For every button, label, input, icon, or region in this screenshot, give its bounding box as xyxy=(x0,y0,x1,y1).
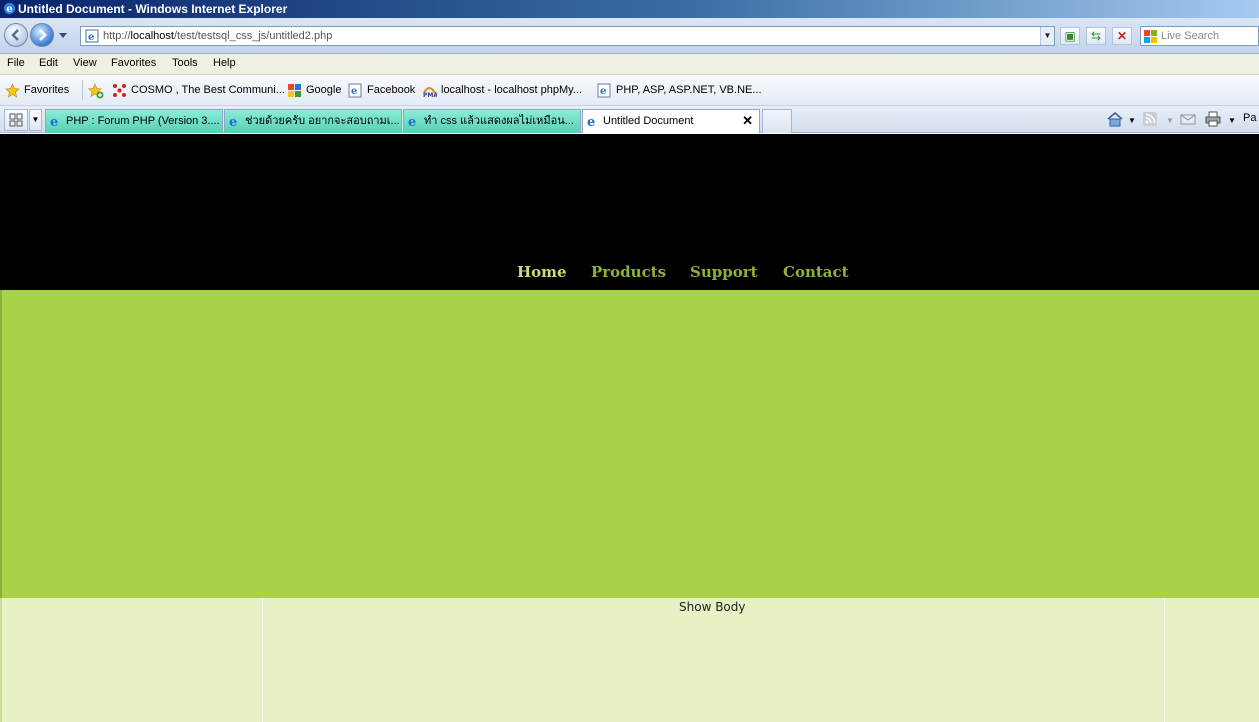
favorite-label: localhost - localhost phpMy... xyxy=(441,84,583,96)
address-toolbar: e http://localhost/test/testsql_css_js/u… xyxy=(0,18,1259,54)
compatibility-icon: ▣ xyxy=(1064,29,1076,43)
refresh-icon: ⇆ xyxy=(1090,29,1102,43)
tab-help-question[interactable]: e ช่วยด้วยครับ อยากจะสอบถามเ... xyxy=(224,109,402,133)
favorite-label: Google xyxy=(306,84,342,96)
menu-tools[interactable]: Tools xyxy=(172,57,198,69)
body-text: Show Body xyxy=(679,600,746,614)
site-header: Home Products Support Contact xyxy=(0,134,1259,290)
svg-text:e: e xyxy=(6,3,13,15)
menu-bar: File Edit View Favorites Tools Help xyxy=(0,54,1259,75)
history-dropdown-icon[interactable] xyxy=(58,30,68,40)
page-menu[interactable]: Pa xyxy=(1243,112,1256,124)
nav-products-link[interactable]: Products xyxy=(591,263,666,281)
nav-contact-link[interactable]: Contact xyxy=(783,263,849,281)
nav-home-link[interactable]: Home xyxy=(517,263,567,281)
url-path: /test/testsql_css_js/untitled2.php xyxy=(173,30,333,42)
search-placeholder: Live Search xyxy=(1161,30,1220,42)
home-dropdown-icon[interactable]: ▼ xyxy=(1128,116,1136,125)
url-dropdown-button[interactable]: ▼ xyxy=(1040,27,1054,45)
close-icon: ✕ xyxy=(1116,29,1128,43)
live-search-icon xyxy=(1144,30,1157,43)
favorite-label: Facebook xyxy=(367,84,416,96)
star-icon xyxy=(5,83,20,98)
favorite-item-facebook[interactable]: e Facebook xyxy=(348,83,416,98)
svg-text:e: e xyxy=(587,115,595,128)
favorites-label: Favorites xyxy=(24,84,70,96)
favorite-label: PHP, ASP, ASP.NET, VB.NE... xyxy=(616,84,762,96)
favorite-label: COSMO , The Best Communi... xyxy=(131,84,285,96)
divider xyxy=(82,80,83,100)
svg-text:e: e xyxy=(600,86,606,97)
feeds-dropdown-icon[interactable]: ▼ xyxy=(1166,116,1174,125)
tab-label: Untitled Document xyxy=(603,115,694,127)
column-divider xyxy=(262,598,263,722)
menu-help[interactable]: Help xyxy=(213,57,236,69)
nav-support-link[interactable]: Support xyxy=(690,263,758,281)
google-icon xyxy=(288,84,301,97)
ie-page-icon: e xyxy=(229,115,237,128)
favorite-item-google[interactable]: Google xyxy=(287,84,342,97)
menu-view[interactable]: View xyxy=(73,57,97,69)
tab-list-button[interactable]: ▼ xyxy=(29,109,42,131)
tab-css-display[interactable]: e ทำ css แล้วแสดงผลไม่เหมือน... xyxy=(403,109,581,133)
url-prefix: http:// xyxy=(103,30,131,42)
arrow-right-icon xyxy=(39,29,47,41)
svg-text:e: e xyxy=(351,86,357,97)
tab-label: ทำ css แล้วแสดงผลไม่เหมือน... xyxy=(424,115,574,127)
menu-file[interactable]: File xyxy=(7,57,25,69)
print-icon[interactable] xyxy=(1204,111,1222,130)
stop-button[interactable]: ✕ xyxy=(1112,27,1132,45)
tab-untitled-document[interactable]: e Untitled Document ✕ xyxy=(582,109,760,133)
tab-label: ช่วยด้วยครับ อยากจะสอบถามเ... xyxy=(245,115,400,127)
grid-icon xyxy=(9,113,23,127)
new-tab-button[interactable] xyxy=(762,109,792,133)
favorite-item-cosmo[interactable]: COSMO , The Best Communi... xyxy=(112,84,285,97)
add-favorite-icon[interactable] xyxy=(88,83,104,99)
home-icon[interactable] xyxy=(1106,111,1124,130)
search-input[interactable]: Live Search xyxy=(1140,26,1259,46)
ie-page-icon: e xyxy=(587,115,595,128)
menu-edit[interactable]: Edit xyxy=(39,57,58,69)
forward-button[interactable] xyxy=(30,23,54,47)
print-dropdown-icon[interactable]: ▼ xyxy=(1228,116,1236,125)
svg-text:e: e xyxy=(229,115,237,128)
window-title-bar[interactable]: e Untitled Document - Windows Internet E… xyxy=(0,0,1259,18)
favorite-item-phpmyadmin[interactable]: PMA localhost - localhost phpMy... xyxy=(422,84,583,98)
chevron-down-icon: ▼ xyxy=(31,115,40,124)
svg-text:e: e xyxy=(408,115,416,128)
mail-icon[interactable] xyxy=(1180,111,1196,130)
url-host: localhost xyxy=(130,30,174,42)
web-page: Home Products Support Contact Show Body xyxy=(0,134,1259,722)
refresh-button[interactable]: ⇆ xyxy=(1086,27,1106,45)
close-tab-icon[interactable]: ✕ xyxy=(742,110,753,132)
favorites-button[interactable]: Favorites xyxy=(5,83,70,98)
ie-logo-icon: e xyxy=(3,2,16,15)
menu-favorites[interactable]: Favorites xyxy=(111,57,156,69)
page-icon: e xyxy=(597,83,611,98)
svg-text:e: e xyxy=(50,115,58,128)
compatibility-view-button[interactable]: ▣ xyxy=(1060,27,1080,45)
favorite-item-php-asp[interactable]: e PHP, ASP, ASP.NET, VB.NE... xyxy=(597,83,762,98)
tab-label: PHP : Forum PHP (Version 3.... xyxy=(66,115,220,127)
feeds-icon[interactable] xyxy=(1142,111,1158,130)
site-banner xyxy=(0,290,1259,598)
cosmo-icon xyxy=(113,84,126,97)
favorites-bar: Favorites COSMO , The Best Communi... Go… xyxy=(0,75,1259,106)
tab-php-forum[interactable]: e PHP : Forum PHP (Version 3.... xyxy=(45,109,223,133)
svg-text:PMA: PMA xyxy=(423,92,437,98)
svg-text:e: e xyxy=(88,32,94,43)
quick-tabs-button[interactable] xyxy=(4,109,28,131)
ie-page-icon: e xyxy=(408,115,416,128)
page-icon: e xyxy=(348,83,362,98)
column-divider xyxy=(1164,598,1165,722)
page-icon: e xyxy=(85,29,99,43)
site-body: Show Body xyxy=(0,598,1259,722)
back-button[interactable] xyxy=(4,23,28,47)
phpmyadmin-icon: PMA xyxy=(423,87,437,98)
tab-bar: ▼ e PHP : Forum PHP (Version 3.... e ช่ว… xyxy=(0,106,1259,133)
arrow-left-icon xyxy=(11,29,19,41)
window-title: Untitled Document - Windows Internet Exp… xyxy=(18,2,288,16)
ie-page-icon: e xyxy=(50,115,58,128)
url-input[interactable]: e http://localhost/test/testsql_css_js/u… xyxy=(80,26,1055,46)
